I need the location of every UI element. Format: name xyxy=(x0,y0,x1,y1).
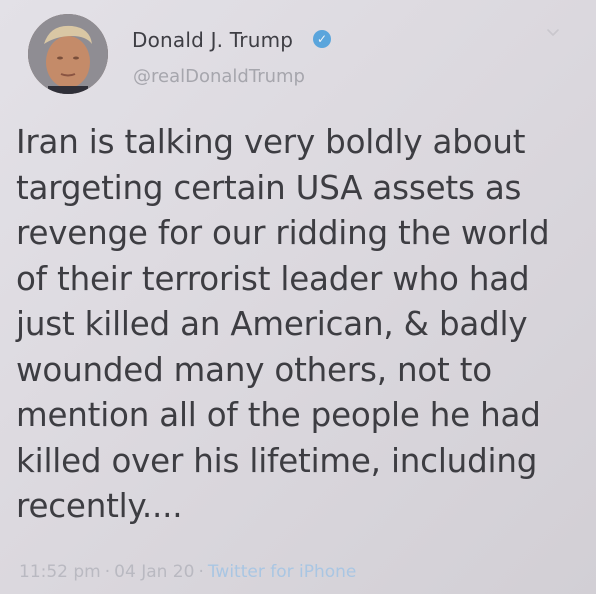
tweet-card: Donald J. Trump ✓ @realDonaldTrump Iran … xyxy=(0,0,596,594)
tweet-text: Iran is talking very boldly about target… xyxy=(16,123,550,525)
avatar[interactable] xyxy=(28,14,108,94)
tweet-time[interactable]: 11:52 pm xyxy=(19,562,101,582)
tweet-meta: 11:52 pm · 04 Jan 20 · Twitter for iPhone xyxy=(19,562,356,582)
tweet-source-link[interactable]: Twitter for iPhone xyxy=(208,562,357,582)
display-name[interactable]: Donald J. Trump xyxy=(132,28,293,52)
tweet-date[interactable]: 04 Jan 20 xyxy=(114,562,194,582)
meta-separator: · xyxy=(198,562,204,582)
meta-separator: · xyxy=(104,562,111,582)
chevron-down-icon[interactable] xyxy=(545,24,561,40)
profile-photo-icon xyxy=(28,14,108,94)
verified-badge-icon: ✓ xyxy=(313,30,331,48)
user-handle[interactable]: @realDonaldTrump xyxy=(133,66,305,87)
